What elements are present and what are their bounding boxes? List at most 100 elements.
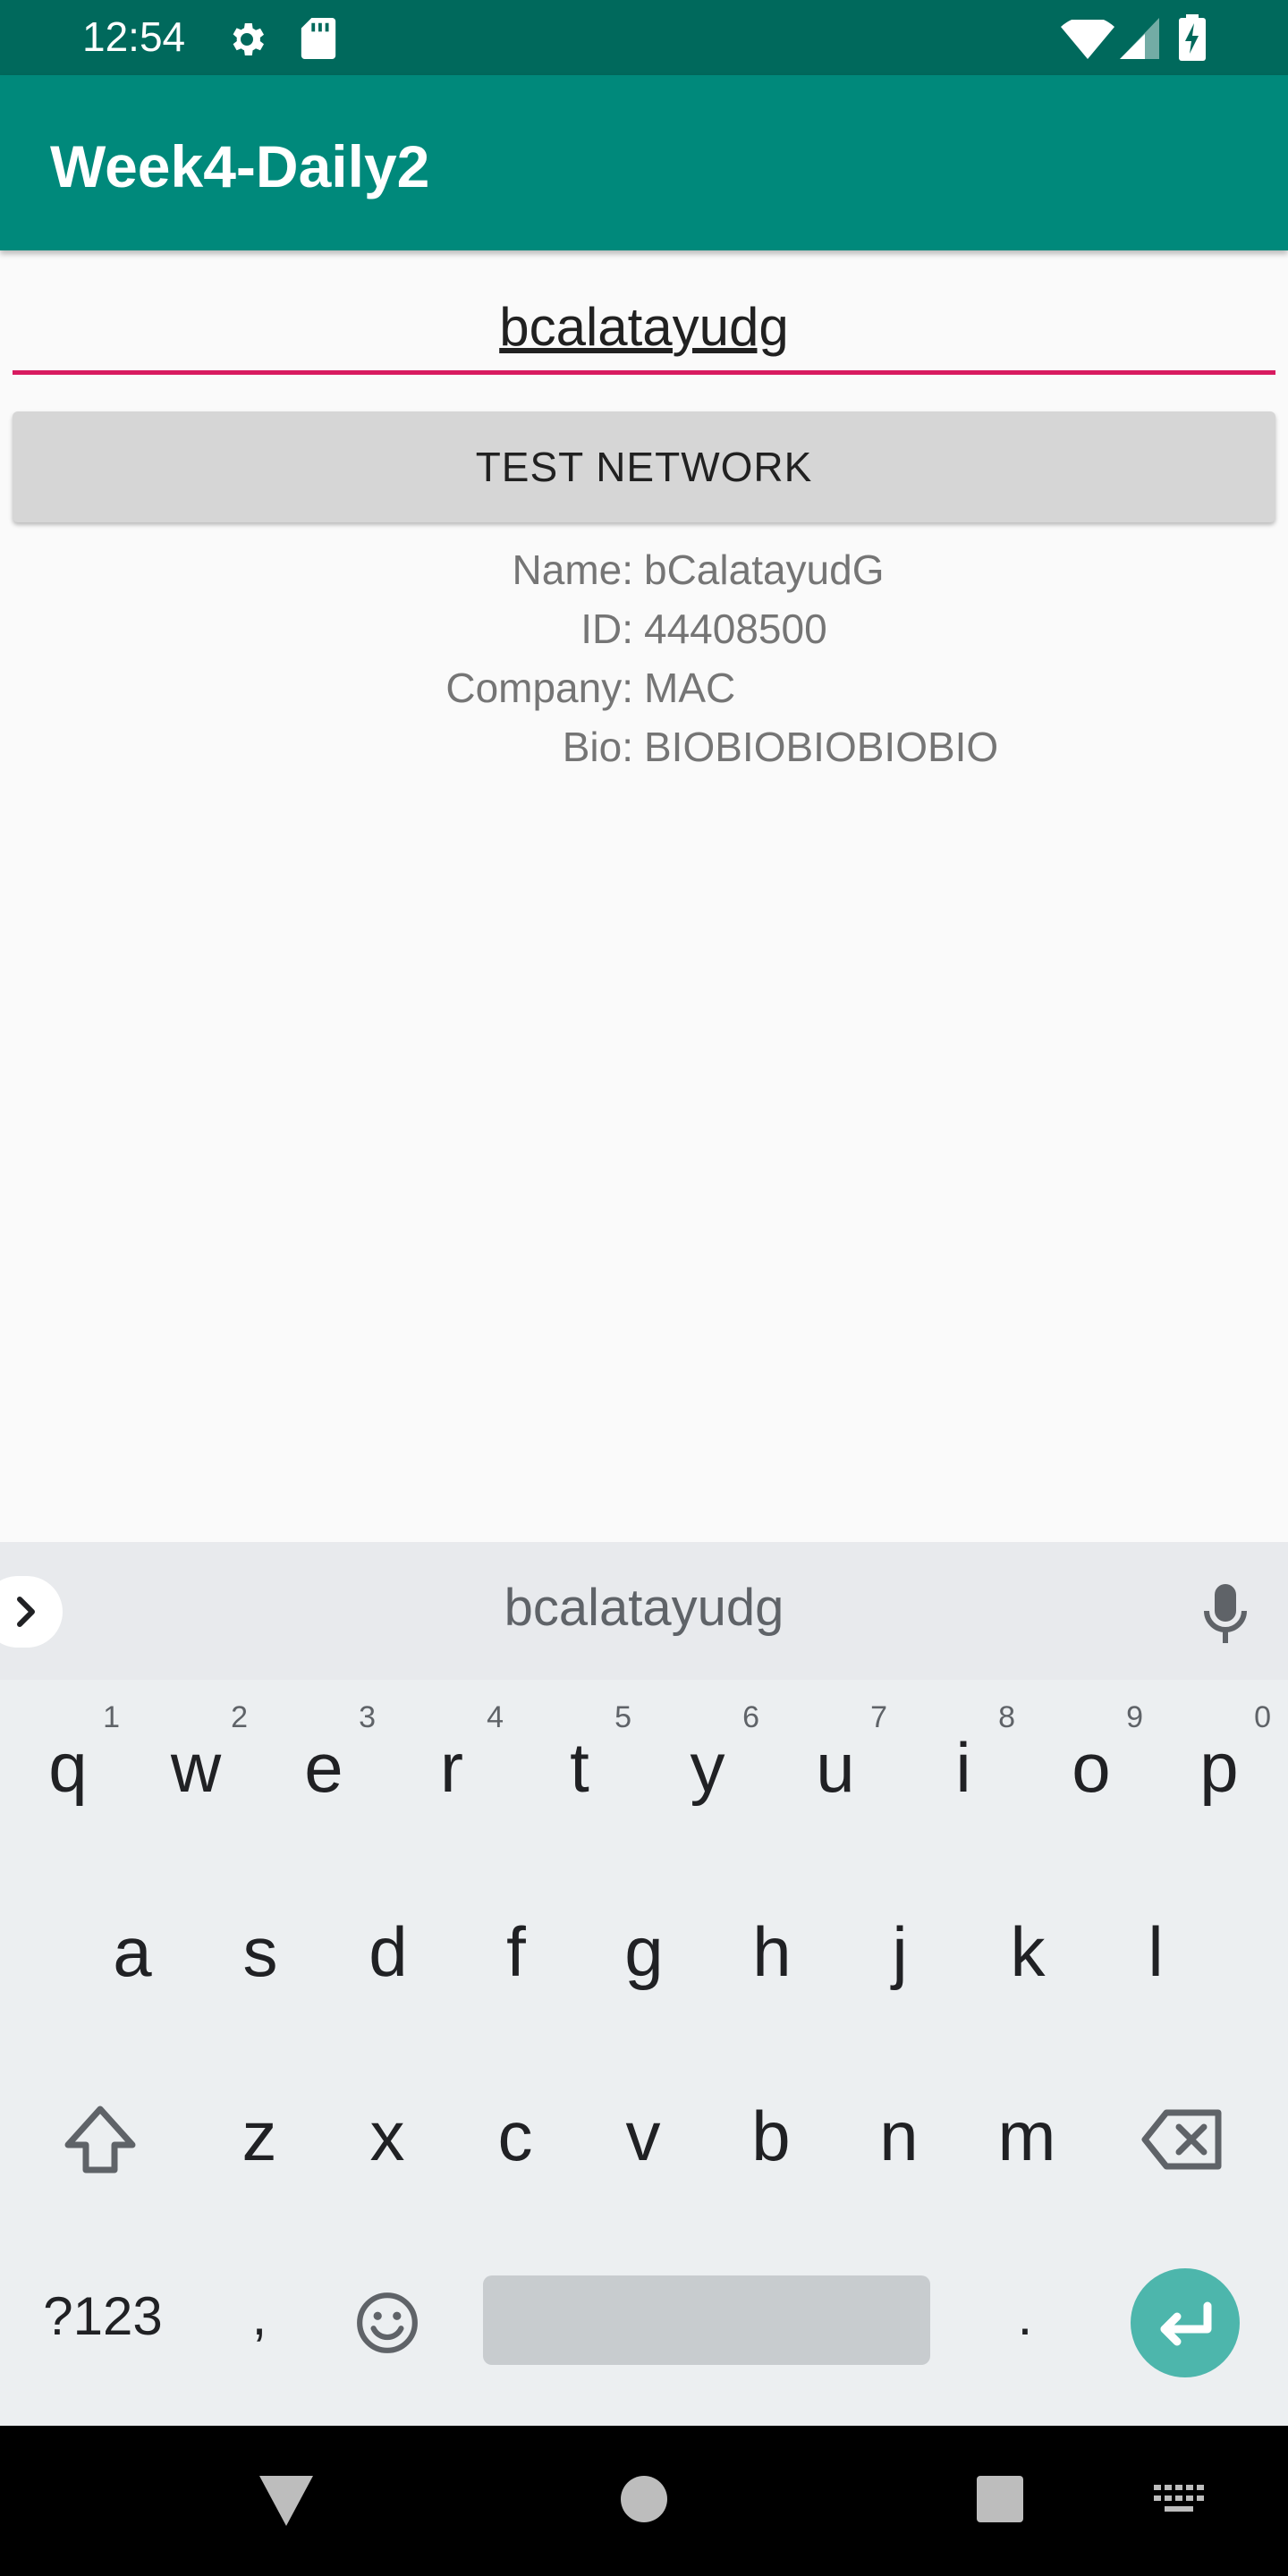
key-hint: 5	[614, 1700, 631, 1734]
key-label: r	[440, 1728, 463, 1807]
info-row-name: Name: bCalatayudG	[0, 546, 1288, 605]
key-label: s	[242, 1912, 278, 1991]
user-info: Name: bCalatayudG ID: 44408500 Company: …	[0, 546, 1288, 782]
key-b[interactable]: b	[708, 2048, 834, 2224]
key-g[interactable]: g	[581, 1864, 707, 2039]
name-label: Name:	[512, 547, 633, 593]
company-value: MAC	[644, 665, 736, 711]
suggestion-strip: bcalatayudg	[0, 1542, 1288, 1680]
key-hint: 0	[1254, 1700, 1271, 1734]
key-u[interactable]: u7	[773, 1680, 898, 1855]
key-label: p	[1199, 1728, 1239, 1807]
key-label: x	[369, 2097, 405, 2175]
key-label: v	[625, 2097, 661, 2175]
enter-icon	[1160, 2301, 1212, 2346]
key-z[interactable]: z	[197, 2048, 322, 2224]
app-bar: Week4-Daily2	[0, 75, 1288, 250]
key-v[interactable]: v	[580, 2048, 706, 2224]
sd-card-icon	[301, 18, 336, 59]
key-label: i	[955, 1728, 971, 1807]
key-label: g	[624, 1912, 664, 1991]
battery-charging-icon	[1179, 14, 1206, 61]
key-label: a	[113, 1912, 152, 1991]
key-label: q	[48, 1728, 88, 1807]
info-row-id: ID: 44408500	[0, 605, 1288, 664]
back-icon[interactable]	[259, 2476, 313, 2526]
key-x[interactable]: x	[325, 2048, 450, 2224]
test-network-button[interactable]: TEST NETWORK	[13, 411, 1275, 522]
info-row-company: Company: MAC	[0, 664, 1288, 723]
key-label: y	[690, 1728, 725, 1807]
comma-key[interactable]: ,	[197, 2229, 322, 2404]
key-hint: 6	[742, 1700, 759, 1734]
navigation-bar	[0, 2426, 1288, 2576]
key-hint: 8	[998, 1700, 1015, 1734]
backspace-icon[interactable]	[1141, 2107, 1224, 2172]
key-s[interactable]: s	[198, 1864, 323, 2039]
key-l[interactable]: l	[1093, 1864, 1218, 2039]
key-y[interactable]: y6	[645, 1680, 770, 1855]
key-label: l	[1148, 1912, 1164, 1991]
key-label: f	[506, 1912, 526, 1991]
key-label: u	[816, 1728, 855, 1807]
key-i[interactable]: i8	[901, 1680, 1026, 1855]
recents-icon[interactable]	[977, 2476, 1023, 2522]
key-a[interactable]: a	[70, 1864, 195, 2039]
id-label: ID:	[580, 606, 633, 652]
key-hint: 4	[487, 1700, 504, 1734]
key-hint: 3	[359, 1700, 376, 1734]
key-j[interactable]: j	[837, 1864, 962, 2039]
key-k[interactable]: k	[965, 1864, 1090, 2039]
symbols-key[interactable]: ?123	[27, 2229, 179, 2404]
key-hint: 7	[870, 1700, 887, 1734]
wifi-icon	[1061, 20, 1114, 59]
key-hint: 2	[231, 1700, 248, 1734]
enter-key[interactable]	[1131, 2268, 1240, 2377]
key-h[interactable]: h	[709, 1864, 835, 2039]
key-label: z	[242, 2097, 277, 2175]
company-label: Company:	[445, 665, 633, 711]
bio-label: Bio:	[562, 724, 633, 770]
key-o[interactable]: o9	[1029, 1680, 1154, 1855]
key-label: o	[1072, 1728, 1111, 1807]
key-label: e	[304, 1728, 343, 1807]
key-label: k	[1010, 1912, 1046, 1991]
key-label: h	[752, 1912, 792, 1991]
key-e[interactable]: e3	[261, 1680, 386, 1855]
shift-icon[interactable]	[61, 2102, 140, 2177]
key-label: t	[570, 1728, 589, 1807]
key-t[interactable]: t5	[517, 1680, 642, 1855]
key-f[interactable]: f	[453, 1864, 579, 2039]
username-input[interactable]	[13, 283, 1275, 375]
status-bar: 12:54	[0, 0, 1288, 75]
key-d[interactable]: d	[326, 1864, 451, 2039]
key-label: w	[170, 1728, 222, 1807]
key-w[interactable]: w2	[133, 1680, 258, 1855]
key-r[interactable]: r4	[389, 1680, 514, 1855]
soft-keyboard: bcalatayudg q1w2e3r4t5y6u7i8o9p0asdfghjk…	[0, 1542, 1288, 2426]
key-q[interactable]: q1	[5, 1680, 131, 1855]
settings-icon	[233, 23, 264, 55]
key-label: j	[892, 1912, 908, 1991]
period-key[interactable]: .	[962, 2229, 1088, 2404]
cell-signal-icon	[1120, 18, 1159, 59]
name-value: bCalatayudG	[644, 547, 885, 593]
suggestion-word[interactable]: bcalatayudg	[0, 1578, 1288, 1638]
id-value: 44408500	[644, 606, 827, 652]
key-c[interactable]: c	[453, 2048, 578, 2224]
space-key[interactable]	[483, 2275, 930, 2365]
key-label: m	[997, 2097, 1056, 2175]
home-icon[interactable]	[621, 2476, 667, 2522]
microphone-icon[interactable]	[1199, 1581, 1252, 1646]
app-title: Week4-Daily2	[50, 133, 430, 199]
key-p[interactable]: p0	[1157, 1680, 1282, 1855]
key-label: b	[751, 2097, 791, 2175]
key-m[interactable]: m	[964, 2048, 1089, 2224]
bio-value: BIOBIOBIOBIOBIO	[644, 724, 999, 770]
keyboard-switch-icon[interactable]	[1154, 2485, 1204, 2515]
emoji-icon[interactable]	[354, 2290, 420, 2356]
key-label: n	[879, 2097, 919, 2175]
info-row-bio: Bio: BIOBIOBIOBIOBIO	[0, 723, 1288, 782]
key-n[interactable]: n	[836, 2048, 962, 2224]
status-time: 12:54	[82, 13, 186, 60]
